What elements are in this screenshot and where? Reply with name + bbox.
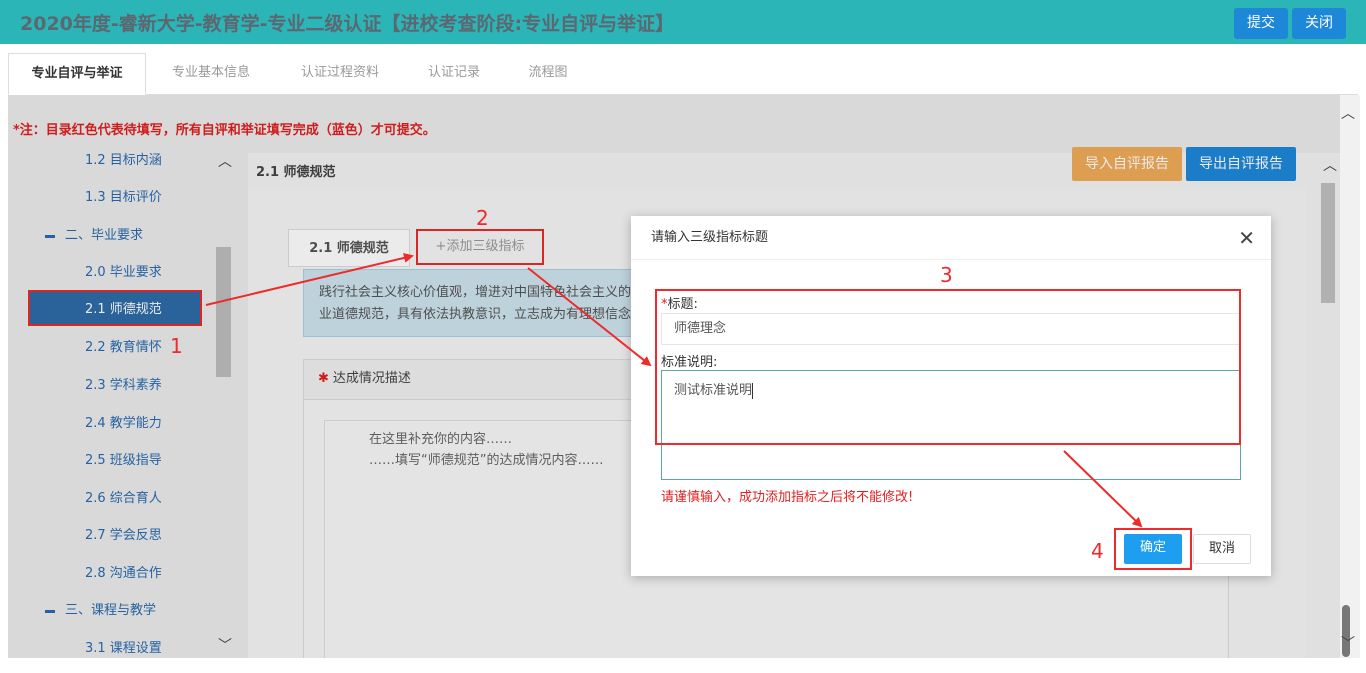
arrow-2 <box>527 267 652 367</box>
annotation-arrows <box>205 252 1143 528</box>
arrow-3 <box>1063 450 1143 528</box>
arrow-1 <box>205 252 414 306</box>
